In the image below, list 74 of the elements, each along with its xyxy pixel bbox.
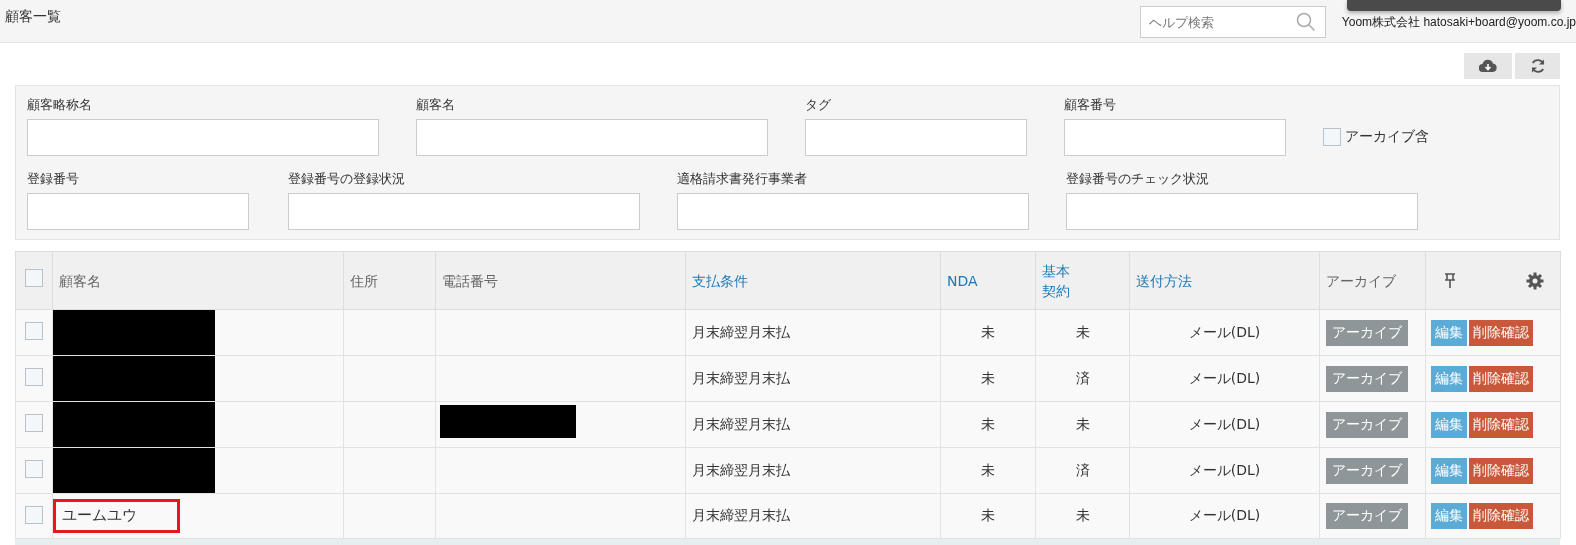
settings-icon[interactable] xyxy=(1526,271,1544,290)
table-cell: 未 xyxy=(1075,323,1090,340)
table-cell: 未 xyxy=(981,369,995,386)
pin-icon[interactable] xyxy=(1444,272,1456,289)
input-field[interactable] xyxy=(677,193,1029,230)
delete-confirm-button[interactable]: 削除確認 xyxy=(1469,319,1533,346)
table-cell: 月末締翌月末払 xyxy=(692,323,790,340)
field-label: 顧客名 xyxy=(416,96,456,114)
input-field[interactable] xyxy=(288,193,640,230)
delete-confirm-button[interactable]: 削除確認 xyxy=(1469,411,1533,438)
column-header: 電話番号 xyxy=(442,271,499,291)
table-cell: 月末締翌月末払 xyxy=(692,461,790,478)
table-cell: 未 xyxy=(1075,507,1090,523)
table-cell: メール(DL) xyxy=(1188,461,1261,478)
row-checkbox[interactable] xyxy=(25,414,43,432)
input-field[interactable] xyxy=(27,119,379,156)
table-cell: 未 xyxy=(981,461,995,478)
table-cell: メール(DL) xyxy=(1188,415,1261,432)
search-icon[interactable] xyxy=(1295,12,1316,32)
table-cell: メール(DL) xyxy=(1188,323,1261,340)
checkbox-label: アーカイブ含 xyxy=(1345,128,1429,146)
edit-button[interactable]: 編集 xyxy=(1431,411,1467,438)
field-label: 顧客番号 xyxy=(1064,96,1117,114)
table-cell: 未 xyxy=(981,507,995,523)
table-cell: 月末締翌月末払 xyxy=(692,415,790,432)
edit-button[interactable]: 編集 xyxy=(1431,365,1467,392)
row-checkbox[interactable] xyxy=(25,505,43,524)
column-header: 顧客名 xyxy=(59,271,102,291)
edit-button[interactable]: 編集 xyxy=(1431,503,1467,529)
archive-button[interactable]: アーカイブ xyxy=(1326,503,1408,529)
table-cell: 月末締翌月末払 xyxy=(692,369,790,386)
table-cell: メール(DL) xyxy=(1188,369,1261,386)
table-cell: 済 xyxy=(1075,369,1090,386)
row-checkbox[interactable] xyxy=(25,460,43,478)
field-label: 登録番号 xyxy=(27,170,80,188)
table-cell: 月末締翌月末払 xyxy=(692,507,790,523)
table-cell: メール(DL) xyxy=(1188,507,1261,523)
row-checkbox[interactable] xyxy=(25,368,43,386)
input-field[interactable] xyxy=(416,119,768,156)
table-cell: 未 xyxy=(981,323,995,340)
archive-button[interactable]: アーカイブ xyxy=(1326,457,1408,484)
input-field[interactable] xyxy=(1066,193,1418,230)
edit-button[interactable]: 編集 xyxy=(1431,457,1467,484)
archive-button[interactable]: アーカイブ xyxy=(1326,411,1408,438)
field-label: 登録番号のチェック状況 xyxy=(1066,170,1210,188)
input-field[interactable] xyxy=(805,119,1027,156)
table-cell: 済 xyxy=(1075,461,1090,478)
customer-name: ユームユウ xyxy=(53,499,180,533)
refresh-icon xyxy=(1529,58,1546,74)
archive-button[interactable]: アーカイブ xyxy=(1326,319,1408,346)
refresh-button[interactable] xyxy=(1515,53,1560,79)
help-search-field[interactable]: ヘルプ検索 xyxy=(1139,6,1326,38)
delete-confirm-button[interactable]: 削除確認 xyxy=(1469,457,1533,484)
edit-button[interactable]: 編集 xyxy=(1431,319,1467,346)
input-field[interactable] xyxy=(1064,119,1286,156)
download-button[interactable] xyxy=(1464,53,1512,79)
row-checkbox[interactable] xyxy=(25,322,43,340)
select-all-checkbox[interactable] xyxy=(25,269,43,287)
field-label: 登録番号の登録状況 xyxy=(288,170,406,188)
column-header: 住所 xyxy=(350,271,379,291)
page-title: 顧客一覧 xyxy=(5,8,61,26)
user-account[interactable]: Yoom株式会社 hatosaki+board@yoom.co.jp xyxy=(1341,14,1576,31)
field-label: タグ xyxy=(805,96,832,114)
cloud-download-icon xyxy=(1479,59,1497,73)
field-label: 適格請求書発行事業者 xyxy=(677,170,808,188)
delete-confirm-button[interactable]: 削除確認 xyxy=(1469,503,1533,529)
table-cell: 未 xyxy=(981,415,995,432)
table-cell: 未 xyxy=(1075,415,1090,432)
checkbox[interactable] xyxy=(1323,128,1341,146)
column-header: アーカイブ xyxy=(1326,271,1397,291)
field-label: 顧客略称名 xyxy=(27,96,93,114)
input-field[interactable] xyxy=(27,193,249,230)
archive-button[interactable]: アーカイブ xyxy=(1326,365,1408,392)
delete-confirm-button[interactable]: 削除確認 xyxy=(1469,365,1533,392)
